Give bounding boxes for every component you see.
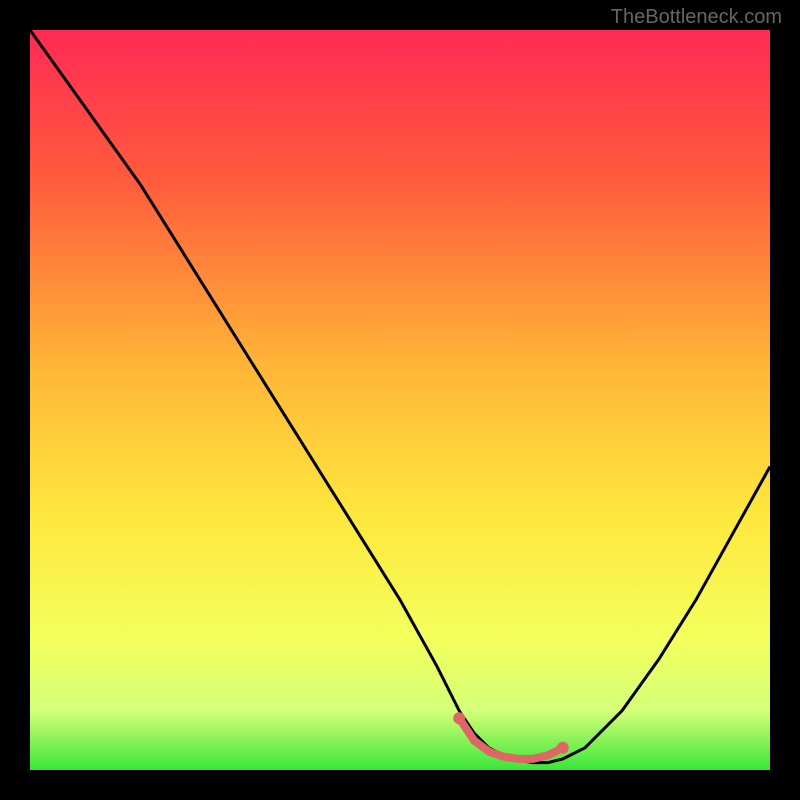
highlight-dot xyxy=(557,742,569,754)
highlight-dot xyxy=(453,712,465,724)
watermark-text: TheBottleneck.com xyxy=(611,6,782,29)
chart-plot-area xyxy=(30,30,770,770)
chart-svg xyxy=(30,30,770,770)
